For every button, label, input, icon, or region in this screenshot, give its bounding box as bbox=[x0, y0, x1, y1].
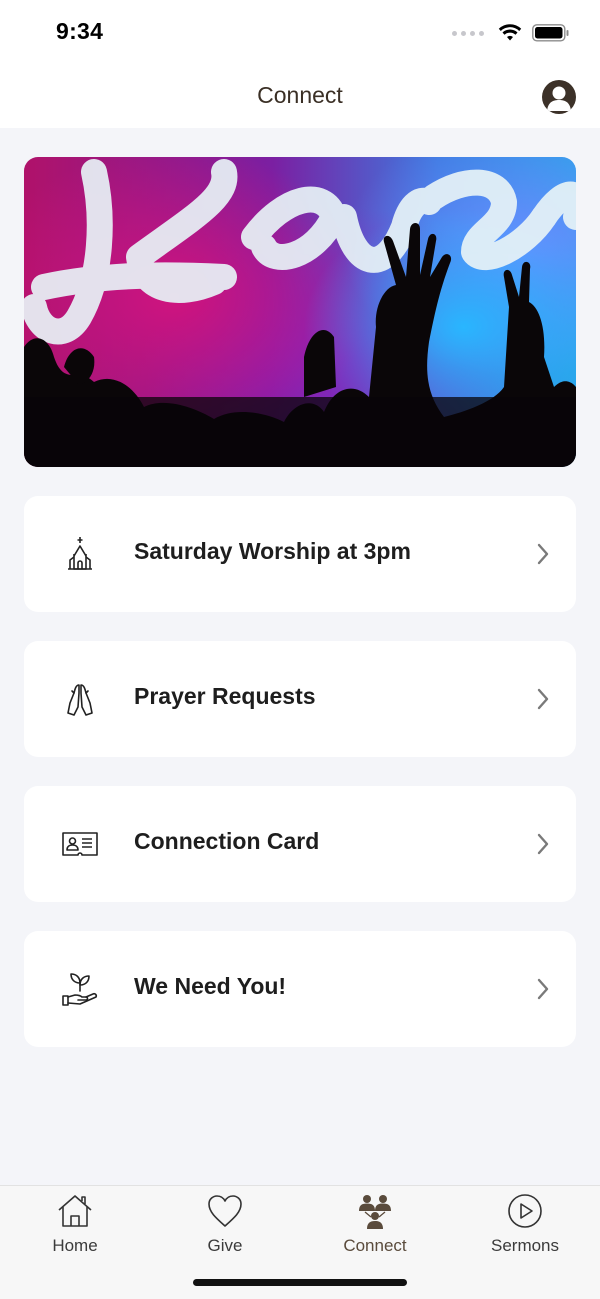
tab-label: Sermons bbox=[490, 1236, 560, 1255]
signal-icon bbox=[452, 30, 484, 36]
menu-item-label: Prayer Requests bbox=[134, 683, 316, 709]
chevron-right-icon bbox=[537, 543, 549, 565]
tab-home[interactable]: Home bbox=[0, 1192, 150, 1262]
tab-give[interactable]: Give bbox=[150, 1192, 300, 1262]
chevron-right-icon bbox=[537, 688, 549, 710]
heart-icon bbox=[208, 1195, 242, 1227]
hero-banner bbox=[24, 157, 576, 467]
page-title: Connect bbox=[257, 82, 343, 108]
user-avatar-icon bbox=[547, 86, 571, 111]
play-circle-icon bbox=[508, 1194, 542, 1228]
plant-hand-icon bbox=[62, 973, 98, 1006]
status-bar: 9:34 bbox=[0, 0, 600, 66]
menu-item-saturday-worship[interactable]: Saturday Worship at 3pm bbox=[24, 496, 576, 612]
menu-item-label: Saturday Worship at 3pm bbox=[134, 538, 411, 564]
menu-item-connection-card[interactable]: Connection Card bbox=[24, 786, 576, 902]
tab-connect[interactable]: Connect bbox=[300, 1192, 450, 1262]
tab-label: Give bbox=[207, 1236, 243, 1255]
menu-item-label: Connection Card bbox=[134, 828, 320, 854]
status-time: 9:34 bbox=[56, 18, 104, 44]
home-indicator[interactable] bbox=[193, 1279, 407, 1286]
wifi-icon bbox=[498, 24, 522, 41]
menu-item-we-need-you[interactable]: We Need You! bbox=[24, 931, 576, 1047]
navigation-bar: Connect bbox=[0, 66, 600, 128]
profile-button[interactable] bbox=[542, 80, 576, 114]
people-icon bbox=[359, 1195, 391, 1229]
tab-label: Connect bbox=[343, 1236, 407, 1255]
battery-icon bbox=[532, 24, 569, 42]
menu-item-label: We Need You! bbox=[134, 973, 287, 999]
praying-hands-icon bbox=[67, 684, 93, 716]
worship-banner-image bbox=[24, 159, 576, 467]
menu-item-prayer-requests[interactable]: Prayer Requests bbox=[24, 641, 576, 757]
chevron-right-icon bbox=[537, 978, 549, 1000]
status-icons bbox=[452, 22, 570, 44]
chevron-right-icon bbox=[537, 833, 549, 855]
church-icon bbox=[68, 537, 92, 570]
id-card-icon bbox=[62, 832, 98, 856]
home-icon bbox=[58, 1195, 92, 1227]
tab-sermons[interactable]: Sermons bbox=[450, 1192, 600, 1262]
tab-label: Home bbox=[52, 1236, 98, 1255]
